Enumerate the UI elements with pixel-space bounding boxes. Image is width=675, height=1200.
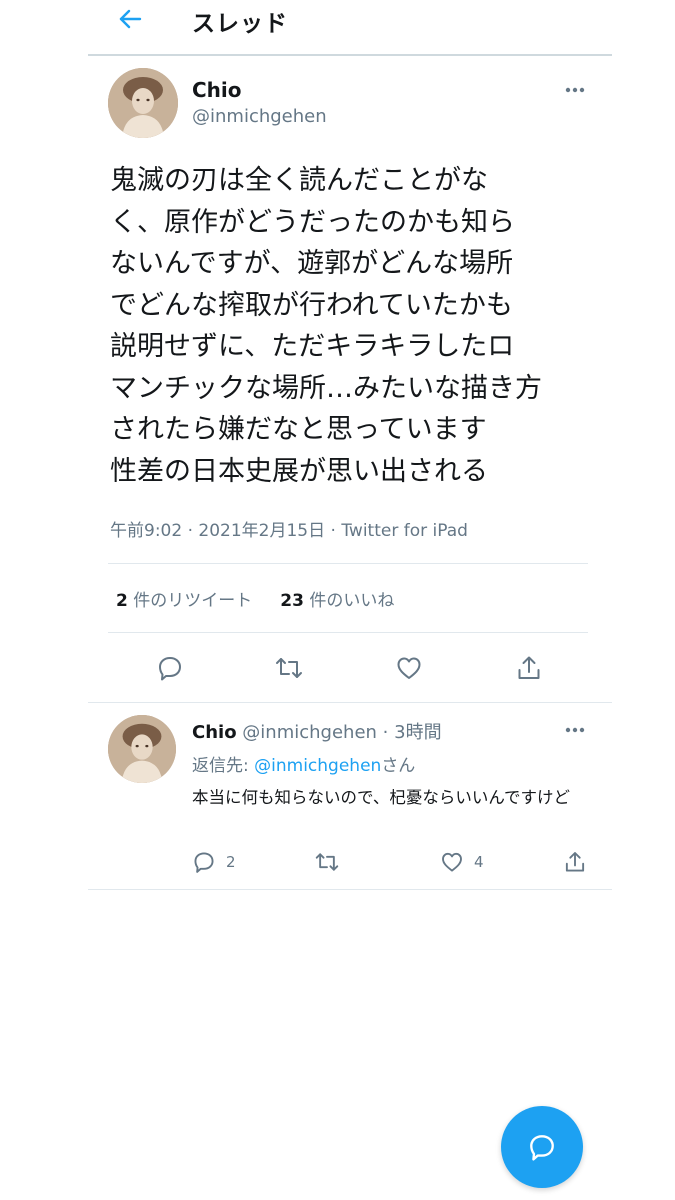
compose-reply-icon	[530, 1135, 554, 1161]
divider	[108, 563, 588, 564]
page-title: スレッド	[192, 11, 288, 37]
share-icon	[565, 852, 585, 872]
separator: ·	[382, 722, 389, 743]
reply-icon	[159, 657, 181, 681]
retweet-icon	[315, 853, 339, 871]
thread-page: スレッド Chio @inmichgehen 鬼滅の刃は全く読んだことがな く、…	[88, 0, 612, 1200]
tweet-text-line: 性差の日本史展が思い出される	[110, 455, 488, 487]
heart-icon	[397, 657, 421, 679]
compose-reply-button[interactable]	[501, 1106, 583, 1188]
tweet-text-line: ないんですが、遊郭がどんな場所	[110, 248, 514, 279]
top-bar: スレッド	[88, 0, 612, 56]
reply-author-name[interactable]: Chio	[192, 722, 237, 743]
tweet-text-line: されたら嫌だなと思っています	[110, 414, 487, 445]
author-name[interactable]: Chio	[192, 78, 242, 102]
reply-like-button[interactable]: 4	[440, 848, 484, 876]
like-count: 4	[474, 853, 484, 871]
tweet-date: 2021年2月15日	[198, 521, 326, 541]
reply-icon	[194, 852, 214, 873]
more-options-button[interactable]	[562, 80, 588, 100]
divider	[88, 889, 612, 890]
share-button[interactable]	[513, 652, 545, 684]
retweet-button[interactable]	[273, 652, 305, 684]
tweet-time: 午前9:02	[110, 521, 183, 541]
reply-share-button[interactable]	[563, 848, 587, 876]
tweet-timestamp: 午前9:02 · 2021年2月15日 · Twitter for iPad	[110, 521, 468, 541]
reply-button[interactable]	[154, 652, 186, 684]
reply-text: 本当に何も知らないので、杞憂ならいいんですけど	[192, 788, 571, 807]
tweet-text-line: 鬼滅の刃は全く読んだことがな	[110, 165, 488, 196]
likes-stat[interactable]: 23 件のいいね	[280, 586, 394, 611]
author-handle[interactable]: @inmichgehen	[192, 106, 327, 127]
reply-mention-link[interactable]: @inmichgehen	[254, 756, 381, 776]
back-button[interactable]	[114, 6, 146, 32]
tweet-text-line: でどんな搾取が行われていたかも	[110, 289, 513, 321]
author-avatar[interactable]	[108, 68, 178, 138]
arrow-left-icon	[119, 9, 142, 29]
reply-author-avatar[interactable]	[108, 715, 176, 783]
like-button[interactable]	[393, 652, 425, 684]
avatar-image	[108, 715, 176, 783]
more-dots-icon	[565, 727, 585, 733]
reply-time: 3時間	[394, 722, 442, 743]
reply-retweet-button[interactable]	[314, 848, 340, 876]
tweet-source-link[interactable]: Twitter for iPad	[341, 521, 468, 541]
heart-icon	[442, 852, 462, 872]
tweet-text-line: マンチックな場所…みたいな描き方	[110, 372, 542, 404]
retweets-stat[interactable]: 2 件のリツイート	[116, 586, 252, 611]
tweet-stats: 2 件のリツイート 23 件のいいね	[116, 586, 394, 611]
replying-to: 返信先: @inmichgehenさん	[192, 756, 416, 776]
reply-more-options-button[interactable]	[562, 720, 588, 740]
retweet-icon	[276, 658, 302, 678]
reply-count: 2	[226, 853, 236, 871]
tweet-text-line: 説明せずに、ただキラキラしたロ	[110, 331, 515, 362]
tweet-text: 鬼滅の刃は全く読んだことがな く、原作がどうだったのかも知ら ないんですが、遊郭…	[110, 160, 590, 492]
reply-header: Chio @inmichgehen · 3時間	[192, 718, 442, 744]
share-icon	[518, 656, 540, 679]
divider	[88, 702, 612, 703]
reply-author-handle[interactable]: @inmichgehen	[242, 722, 377, 743]
reply-reply-button[interactable]: 2	[192, 848, 236, 876]
tweet-text-line: く、原作がどうだったのかも知ら	[110, 206, 515, 238]
avatar-image	[108, 68, 178, 138]
divider	[108, 632, 588, 633]
more-dots-icon	[565, 87, 585, 93]
